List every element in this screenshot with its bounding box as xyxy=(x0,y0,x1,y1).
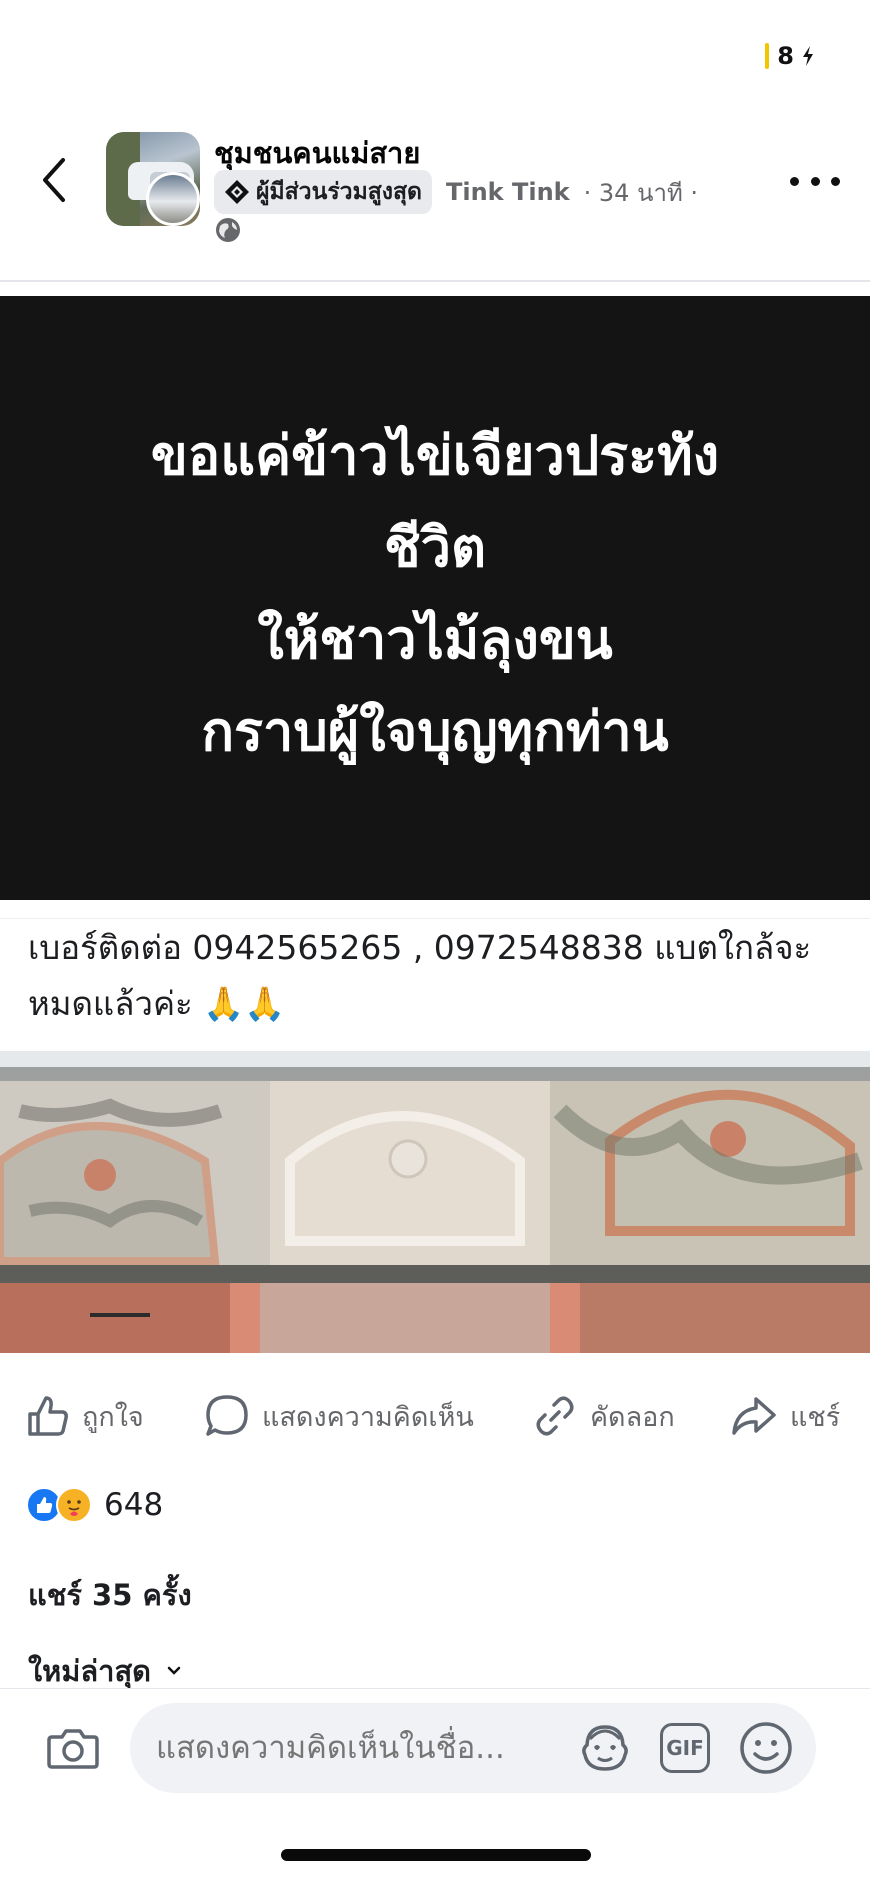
banner-line: กราบผู้ใจบุญทุกท่าน xyxy=(201,700,669,763)
banner-line: ขอแค่ข้าวไข่เจียวประทัง xyxy=(150,424,720,487)
reaction-summary[interactable]: 648 xyxy=(26,1480,163,1530)
post-meta: ผู้มีส่วนร่วมสูงสุด Tink Tink · 34 นาที … xyxy=(214,170,698,214)
share-arrow-icon xyxy=(732,1397,776,1435)
comment-label: แสดงความคิดเห็น xyxy=(262,1401,474,1433)
care-reaction-icon xyxy=(56,1487,92,1523)
chevron-down-icon xyxy=(167,1666,181,1675)
post-action-bar: ถูกใจ แสดงความคิดเห็น คัดลอก แชร์ xyxy=(0,1386,870,1446)
share-count[interactable]: แชร์ 35 ครั้ง xyxy=(28,1572,192,1618)
battery-indicator: 8 xyxy=(765,42,814,70)
thumbs-up-icon xyxy=(28,1396,68,1436)
reaction-count: 648 xyxy=(104,1487,164,1523)
building-facade-image xyxy=(0,1051,870,1353)
post-header: ชุมชนคนแม่สาย ผู้มีส่วนร่วมสูงสุด Tink T… xyxy=(0,110,870,280)
banner-line: ชีวิต xyxy=(383,516,487,579)
emoji-icon[interactable] xyxy=(738,1720,794,1776)
chevron-left-icon xyxy=(43,158,65,202)
badge-label: ผู้มีส่วนร่วมสูงสุด xyxy=(256,179,422,205)
comment-box: GIF xyxy=(130,1703,816,1793)
comment-button[interactable]: แสดงความคิดเห็น xyxy=(204,1386,474,1446)
status-bar: 8 xyxy=(0,0,870,110)
top-contributor-badge[interactable]: ผู้มีส่วนร่วมสูงสุด xyxy=(214,170,432,214)
comment-composer: GIF xyxy=(0,1688,870,1882)
diamond-badge-icon xyxy=(225,180,249,204)
home-indicator xyxy=(281,1849,591,1861)
comment-bubble-icon xyxy=(206,1395,248,1436)
camera-icon[interactable] xyxy=(46,1721,100,1775)
post-time[interactable]: · 34 นาที · xyxy=(584,173,698,212)
like-label: ถูกใจ xyxy=(82,1401,144,1433)
header-divider xyxy=(0,280,870,282)
like-button[interactable]: ถูกใจ xyxy=(26,1386,144,1446)
copy-label: คัดลอก xyxy=(590,1401,675,1433)
battery-level: 8 xyxy=(777,42,794,70)
post-photo[interactable] xyxy=(0,1051,870,1353)
battery-bar xyxy=(765,43,770,69)
charging-icon xyxy=(803,46,813,66)
avatar-sticker-icon[interactable] xyxy=(578,1721,632,1775)
text-post-banner: ขอแค่ข้าวไข่เจียวประทัง ชีวิต ให้ชาวไม้ล… xyxy=(0,296,870,900)
share-button[interactable]: แชร์ xyxy=(730,1386,840,1446)
post-caption: เบอร์ติดต่อ 0942565265 , 0972548838 แบตใ… xyxy=(28,928,812,1023)
back-button[interactable] xyxy=(34,150,74,210)
more-options-button[interactable] xyxy=(790,166,840,196)
banner-line: ให้ชาวไม้ลุงขน xyxy=(257,608,613,671)
link-icon xyxy=(536,1396,574,1436)
group-avatar[interactable] xyxy=(106,132,200,226)
comment-input[interactable] xyxy=(156,1703,556,1793)
author-avatar[interactable] xyxy=(146,172,200,226)
share-label: แชร์ xyxy=(790,1401,841,1433)
globe-icon xyxy=(216,218,240,242)
gif-button[interactable]: GIF xyxy=(660,1723,710,1773)
copy-link-button[interactable]: คัดลอก xyxy=(532,1386,675,1446)
banner-divider xyxy=(0,918,870,919)
author-name[interactable]: Tink Tink xyxy=(446,178,570,206)
